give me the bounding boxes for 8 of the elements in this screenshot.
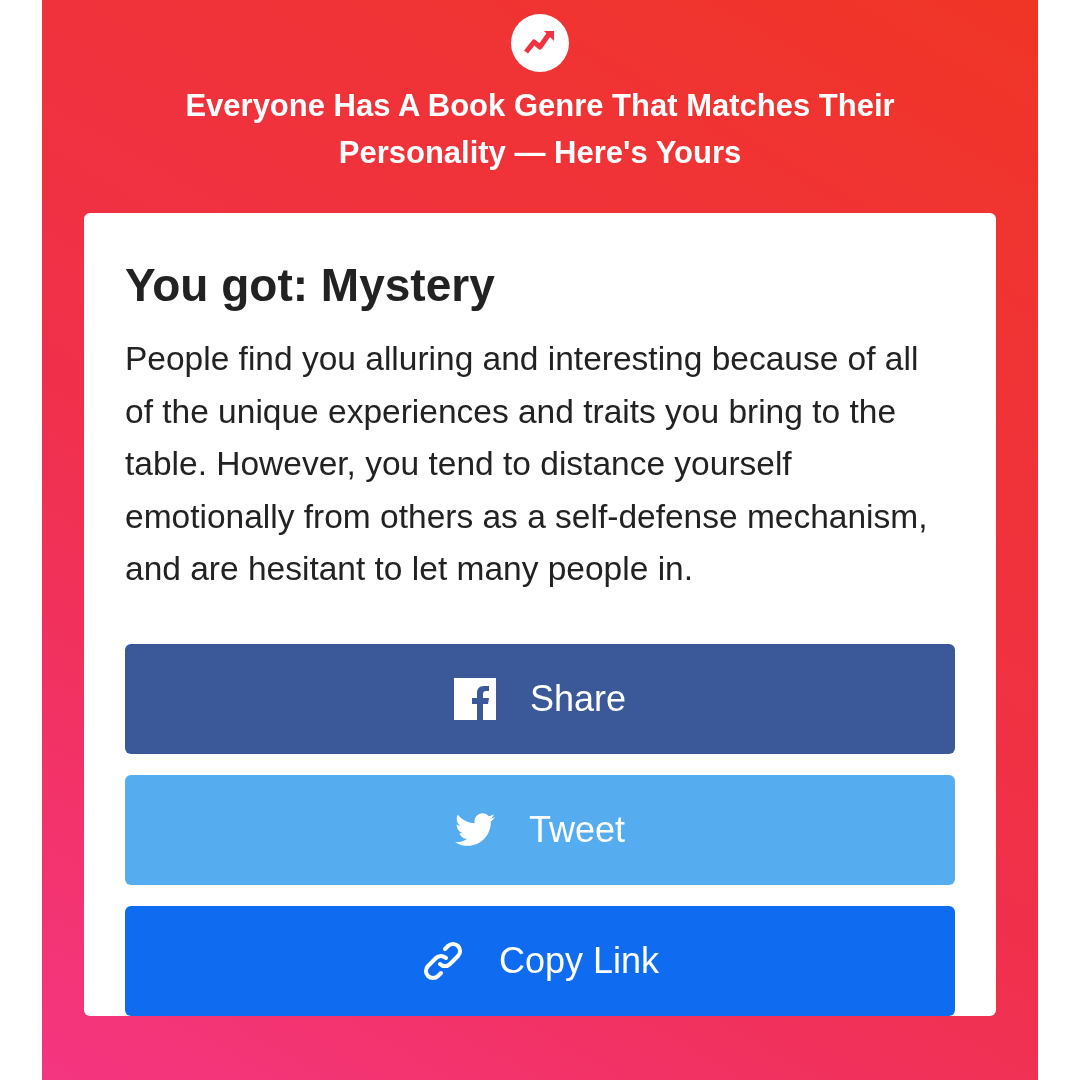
tweet-button[interactable]: Tweet (125, 774, 955, 885)
quiz-title: Everyone Has A Book Genre That Matches Their Personality — Here's Yours (184, 87, 896, 172)
facebook-icon (453, 677, 496, 720)
bird-icon (454, 812, 495, 847)
result-description: People find you alluring and interesting because of all of the unique experiences and traits you bring to the table. However, you tend to distance yourself emotionally from others as a self-defense mechanism, and are hesitant to let many people in. (125, 339, 929, 589)
result-heading: You got: Mystery (125, 258, 496, 313)
copy-link-button[interactable]: Copy Link (125, 905, 955, 1016)
facebook-share-button[interactable]: Share (125, 643, 955, 754)
